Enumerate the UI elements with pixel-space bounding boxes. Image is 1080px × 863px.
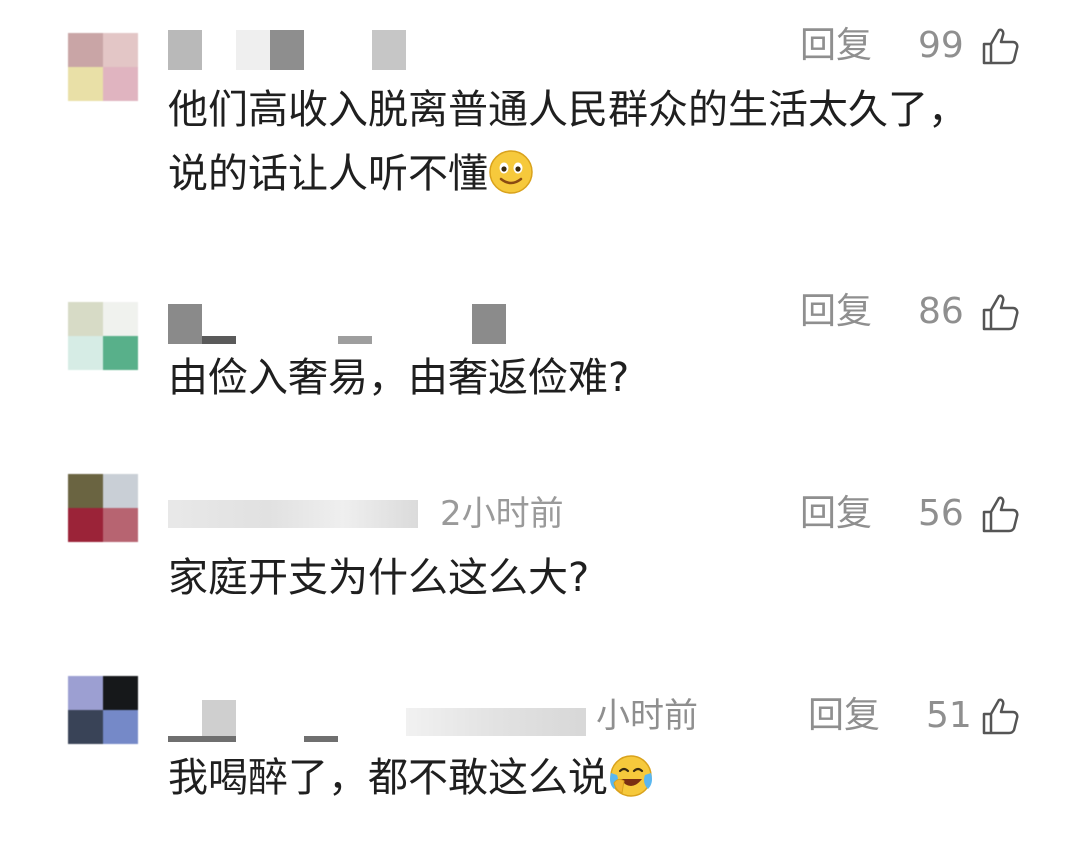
mosaic-block [202,700,236,740]
comment-text: 由俭入奢易，由奢返俭难? [168,346,968,410]
avatar[interactable] [68,33,138,101]
username-obscured[interactable] [168,30,418,70]
mosaic-block [168,30,202,70]
mosaic-block [270,30,304,70]
avatar-pixel [68,302,103,336]
comment-text-content: 我喝醉了，都不敢这么说 [168,755,608,801]
comment-text-content: 家庭开支为什么这么大? [168,555,590,601]
mosaic-block [236,30,270,70]
avatar-pixel [103,33,138,67]
reply-button[interactable]: 回复 [808,696,880,736]
reply-button[interactable]: 回复 [800,292,872,332]
avatar-pixel [103,336,138,370]
like-count: 86 [918,291,964,332]
smiling-face-emoji-icon [489,150,533,194]
avatar-pixel [103,710,138,744]
like-count: 56 [918,493,964,534]
mosaic-block [202,336,236,344]
thumbs-up-icon[interactable] [980,292,1020,332]
avatar[interactable] [68,302,138,370]
mosaic-block [372,30,406,70]
comment-timestamp: 小时前 [596,696,698,736]
avatar[interactable] [68,474,138,542]
face-with-tears-of-joy-emoji-icon [610,755,652,797]
avatar-pixel [68,508,103,542]
username-obscured[interactable] [168,494,428,534]
like-count: 99 [918,25,964,66]
thumbs-up-icon[interactable] [980,494,1020,534]
mosaic-block [304,736,338,742]
avatar-pixel [68,336,103,370]
username-obscured[interactable] [168,304,508,344]
avatar[interactable] [68,676,138,744]
avatar-pixel [103,67,138,101]
reply-button[interactable]: 回复 [800,26,872,66]
comment-text-content: 由俭入奢易，由奢返俭难? [168,355,630,401]
mosaic-block [406,708,586,736]
mosaic-block [168,304,202,344]
avatar-pixel [68,710,103,744]
thumbs-up-icon[interactable] [980,26,1020,66]
avatar-pixel [103,508,138,542]
mosaic-block [168,736,236,742]
comment-timestamp: 2小时前 [440,494,564,534]
avatar-pixel [68,67,103,101]
avatar-pixel [103,676,138,710]
mosaic-block [168,500,418,528]
mosaic-block [338,336,372,344]
comment-text: 他们高收入脱离普通人民群众的生活太久了，说的话让人听不懂 [168,78,968,206]
timestamp-text: 2小时前 [440,494,564,534]
reply-button[interactable]: 回复 [800,494,872,534]
like-count: 51 [926,695,972,736]
avatar-pixel [68,33,103,67]
comment-text: 我喝醉了，都不敢这么说 [168,746,968,810]
username-obscured[interactable] [168,700,588,742]
thumbs-up-icon[interactable] [980,696,1020,736]
timestamp-text: 小时前 [596,696,698,736]
mosaic-block [472,304,506,344]
comment-text-content: 他们高收入脱离普通人民群众的生活太久了，说的话让人听不懂 [168,87,968,197]
comment-text: 家庭开支为什么这么大? [168,546,968,610]
avatar-pixel [68,676,103,710]
avatar-pixel [103,474,138,508]
avatar-pixel [103,302,138,336]
avatar-pixel [68,474,103,508]
